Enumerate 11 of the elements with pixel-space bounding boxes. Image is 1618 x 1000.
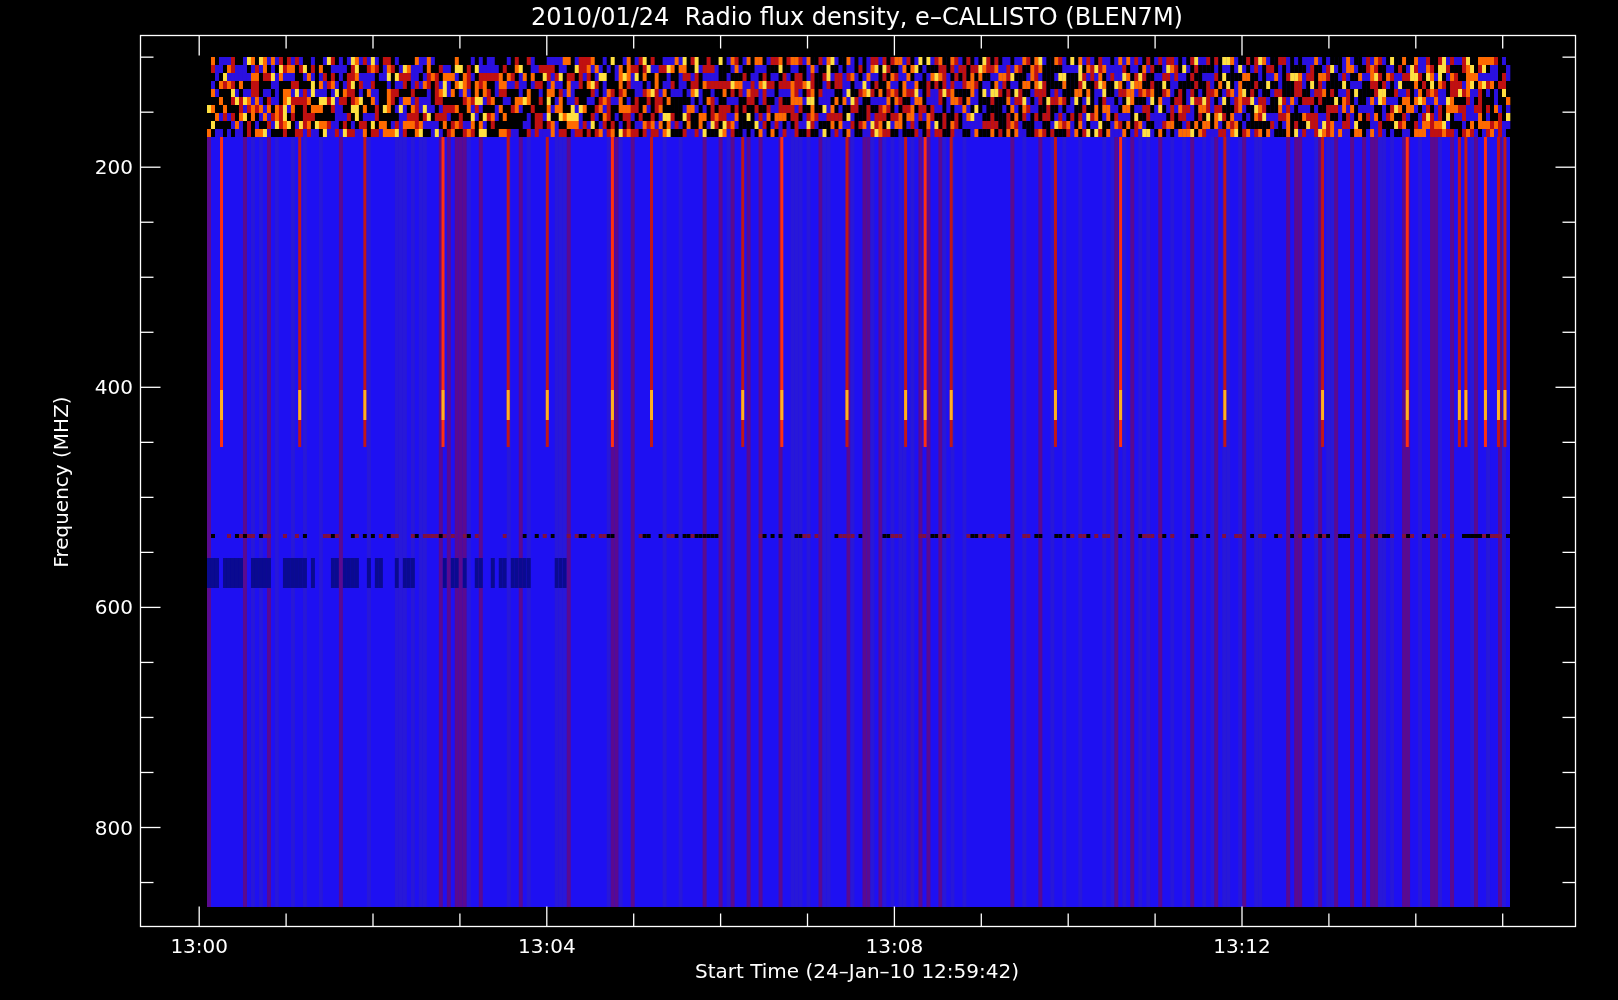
x-tick-label: 13:08 bbox=[865, 934, 924, 958]
y-axis-label: Frequency (MHZ) bbox=[49, 396, 73, 568]
x-tick-label: 13:04 bbox=[518, 934, 576, 958]
y-tick-label: 200 bbox=[94, 155, 133, 180]
x-tick-label: 13:00 bbox=[170, 934, 228, 958]
y-tick-label: 400 bbox=[94, 375, 133, 400]
chart-title: 2010/01/24 Radio flux density, e–CALLISTO (BLEN7M) bbox=[531, 3, 1183, 31]
x-tick-label: 13:12 bbox=[1213, 934, 1271, 958]
y-tick-label: 800 bbox=[94, 815, 133, 840]
y-tick-label: 600 bbox=[94, 595, 133, 620]
x-axis-label: Start Time (24–Jan–10 12:59:42) bbox=[695, 959, 1019, 983]
